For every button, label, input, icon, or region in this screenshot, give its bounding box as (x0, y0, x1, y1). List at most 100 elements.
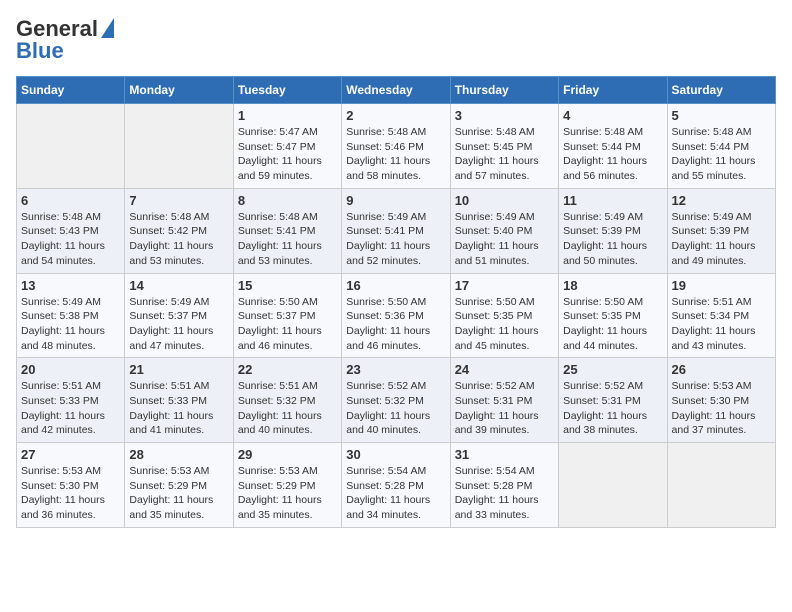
calendar-week-row: 1Sunrise: 5:47 AM Sunset: 5:47 PM Daylig… (17, 104, 776, 189)
header-tuesday: Tuesday (233, 77, 341, 104)
day-info: Sunrise: 5:50 AM Sunset: 5:35 PM Dayligh… (455, 295, 554, 354)
calendar-week-row: 13Sunrise: 5:49 AM Sunset: 5:38 PM Dayli… (17, 273, 776, 358)
calendar-cell: 26 Sunrise: 5:53 AM Sunset: 5:30 PM Dayli… (667, 358, 775, 443)
day-number: 15 (238, 278, 337, 293)
calendar-cell: 14 Sunrise: 5:49 AM Sunset: 5:37 PM Dayli… (125, 273, 233, 358)
day-info: Sunrise: 5:53 AM Sunset: 5:30 PM Dayligh… (21, 464, 120, 523)
day-info: Sunrise: 5:49 AM Sunset: 5:38 PM Dayligh… (21, 295, 120, 354)
day-info: Sunrise: 5:48 AM Sunset: 5:41 PM Dayligh… (238, 210, 337, 269)
day-info: Sunrise: 5:48 AM Sunset: 5:42 PM Dayligh… (129, 210, 228, 269)
calendar-cell: 29Sunrise: 5:53 AM Sunset: 5:29 PM Dayli… (233, 443, 341, 528)
day-info: Sunrise: 5:52 AM Sunset: 5:31 PM Dayligh… (455, 379, 554, 438)
day-info: Sunrise: 5:53 AM Sunset: 5:29 PM Dayligh… (129, 464, 228, 523)
calendar-cell: 8Sunrise: 5:48 AM Sunset: 5:41 PM Daylig… (233, 188, 341, 273)
day-info: Sunrise: 5:51 AM Sunset: 5:33 PM Dayligh… (129, 379, 228, 438)
calendar-cell: 6 Sunrise: 5:48 AM Sunset: 5:43 PM Daylig… (17, 188, 125, 273)
calendar-cell: 24Sunrise: 5:52 AM Sunset: 5:31 PM Dayli… (450, 358, 558, 443)
day-number: 27 (21, 447, 120, 462)
calendar-cell: 4 Sunrise: 5:48 AM Sunset: 5:44 PM Daylig… (559, 104, 667, 189)
calendar-cell: 21 Sunrise: 5:51 AM Sunset: 5:33 PM Dayli… (125, 358, 233, 443)
day-number: 14 (129, 278, 228, 293)
day-number: 17 (455, 278, 554, 293)
day-number: 20 (21, 362, 120, 377)
calendar-cell: 2Sunrise: 5:48 AM Sunset: 5:46 PM Daylig… (342, 104, 450, 189)
calendar-cell: 7 Sunrise: 5:48 AM Sunset: 5:42 PM Daylig… (125, 188, 233, 273)
day-number: 1 (238, 108, 337, 123)
day-number: 18 (563, 278, 662, 293)
day-info: Sunrise: 5:48 AM Sunset: 5:43 PM Dayligh… (21, 210, 120, 269)
calendar-cell: 19 Sunrise: 5:51 AM Sunset: 5:34 PM Dayli… (667, 273, 775, 358)
day-info: Sunrise: 5:49 AM Sunset: 5:39 PM Dayligh… (672, 210, 771, 269)
day-info: Sunrise: 5:53 AM Sunset: 5:30 PM Dayligh… (672, 379, 771, 438)
day-number: 5 (672, 108, 771, 123)
day-number: 7 (129, 193, 228, 208)
day-number: 10 (455, 193, 554, 208)
calendar-cell: 1Sunrise: 5:47 AM Sunset: 5:47 PM Daylig… (233, 104, 341, 189)
calendar-cell: 11 Sunrise: 5:49 AM Sunset: 5:39 PM Dayli… (559, 188, 667, 273)
calendar-cell (125, 104, 233, 189)
calendar-week-row: 6 Sunrise: 5:48 AM Sunset: 5:43 PM Daylig… (17, 188, 776, 273)
calendar-cell: 25 Sunrise: 5:52 AM Sunset: 5:31 PM Dayli… (559, 358, 667, 443)
day-info: Sunrise: 5:49 AM Sunset: 5:40 PM Dayligh… (455, 210, 554, 269)
day-info: Sunrise: 5:48 AM Sunset: 5:46 PM Dayligh… (346, 125, 445, 184)
calendar-cell (559, 443, 667, 528)
calendar-cell: 30 Sunrise: 5:54 AM Sunset: 5:28 PM Dayli… (342, 443, 450, 528)
header-sunday: Sunday (17, 77, 125, 104)
day-info: Sunrise: 5:53 AM Sunset: 5:29 PM Dayligh… (238, 464, 337, 523)
day-number: 25 (563, 362, 662, 377)
calendar-week-row: 20 Sunrise: 5:51 AM Sunset: 5:33 PM Dayli… (17, 358, 776, 443)
header-thursday: Thursday (450, 77, 558, 104)
calendar-cell: 27 Sunrise: 5:53 AM Sunset: 5:30 PM Dayli… (17, 443, 125, 528)
day-number: 26 (672, 362, 771, 377)
calendar-cell: 20 Sunrise: 5:51 AM Sunset: 5:33 PM Dayli… (17, 358, 125, 443)
calendar-cell: 22 Sunrise: 5:51 AM Sunset: 5:32 PM Dayli… (233, 358, 341, 443)
day-number: 22 (238, 362, 337, 377)
day-info: Sunrise: 5:52 AM Sunset: 5:32 PM Dayligh… (346, 379, 445, 438)
day-info: Sunrise: 5:48 AM Sunset: 5:45 PM Dayligh… (455, 125, 554, 184)
calendar-cell: 18 Sunrise: 5:50 AM Sunset: 5:35 PM Dayli… (559, 273, 667, 358)
day-info: Sunrise: 5:49 AM Sunset: 5:37 PM Dayligh… (129, 295, 228, 354)
day-info: Sunrise: 5:50 AM Sunset: 5:35 PM Dayligh… (563, 295, 662, 354)
day-info: Sunrise: 5:49 AM Sunset: 5:39 PM Dayligh… (563, 210, 662, 269)
day-number: 6 (21, 193, 120, 208)
day-number: 16 (346, 278, 445, 293)
calendar-cell: 13Sunrise: 5:49 AM Sunset: 5:38 PM Dayli… (17, 273, 125, 358)
day-number: 28 (129, 447, 228, 462)
day-number: 19 (672, 278, 771, 293)
day-number: 21 (129, 362, 228, 377)
day-number: 3 (455, 108, 554, 123)
logo: General Blue (16, 16, 114, 64)
header-wednesday: Wednesday (342, 77, 450, 104)
header-saturday: Saturday (667, 77, 775, 104)
header-monday: Monday (125, 77, 233, 104)
page-header: General Blue (16, 16, 776, 64)
calendar-table: SundayMondayTuesdayWednesdayThursdayFrid… (16, 76, 776, 528)
calendar-cell: 3 Sunrise: 5:48 AM Sunset: 5:45 PM Daylig… (450, 104, 558, 189)
calendar-cell: 10 Sunrise: 5:49 AM Sunset: 5:40 PM Dayli… (450, 188, 558, 273)
day-info: Sunrise: 5:54 AM Sunset: 5:28 PM Dayligh… (346, 464, 445, 523)
day-info: Sunrise: 5:50 AM Sunset: 5:37 PM Dayligh… (238, 295, 337, 354)
calendar-cell: 5Sunrise: 5:48 AM Sunset: 5:44 PM Daylig… (667, 104, 775, 189)
calendar-cell (667, 443, 775, 528)
day-number: 23 (346, 362, 445, 377)
calendar-cell: 28 Sunrise: 5:53 AM Sunset: 5:29 PM Dayli… (125, 443, 233, 528)
day-info: Sunrise: 5:52 AM Sunset: 5:31 PM Dayligh… (563, 379, 662, 438)
calendar-cell: 12 Sunrise: 5:49 AM Sunset: 5:39 PM Dayli… (667, 188, 775, 273)
weekday-header-row: SundayMondayTuesdayWednesdayThursdayFrid… (17, 77, 776, 104)
calendar-cell: 17 Sunrise: 5:50 AM Sunset: 5:35 PM Dayli… (450, 273, 558, 358)
day-info: Sunrise: 5:51 AM Sunset: 5:34 PM Dayligh… (672, 295, 771, 354)
calendar-cell: 9Sunrise: 5:49 AM Sunset: 5:41 PM Daylig… (342, 188, 450, 273)
day-number: 30 (346, 447, 445, 462)
day-number: 12 (672, 193, 771, 208)
day-info: Sunrise: 5:48 AM Sunset: 5:44 PM Dayligh… (563, 125, 662, 184)
calendar-week-row: 27 Sunrise: 5:53 AM Sunset: 5:30 PM Dayli… (17, 443, 776, 528)
header-friday: Friday (559, 77, 667, 104)
day-info: Sunrise: 5:50 AM Sunset: 5:36 PM Dayligh… (346, 295, 445, 354)
day-info: Sunrise: 5:51 AM Sunset: 5:33 PM Dayligh… (21, 379, 120, 438)
day-number: 31 (455, 447, 554, 462)
day-info: Sunrise: 5:51 AM Sunset: 5:32 PM Dayligh… (238, 379, 337, 438)
day-info: Sunrise: 5:54 AM Sunset: 5:28 PM Dayligh… (455, 464, 554, 523)
logo-blue-text: Blue (16, 38, 64, 64)
day-number: 4 (563, 108, 662, 123)
day-number: 11 (563, 193, 662, 208)
